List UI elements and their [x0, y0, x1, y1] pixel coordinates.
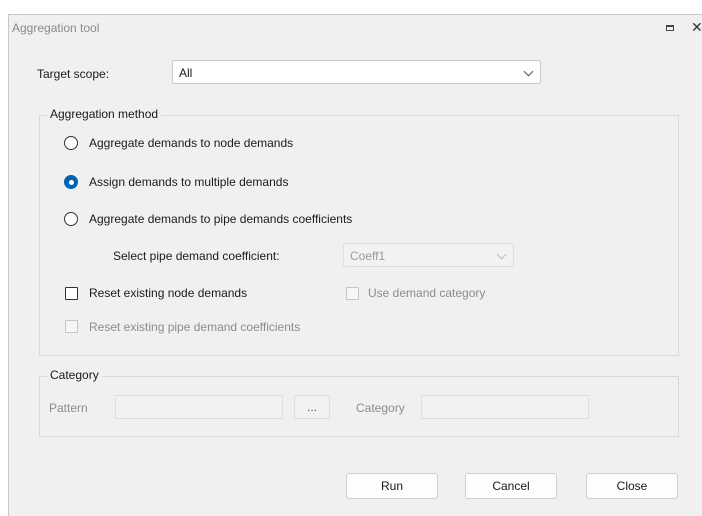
radio-assign-multiple-demands[interactable]: [64, 175, 78, 189]
radio-aggregate-node-demands-label[interactable]: Aggregate demands to node demands: [89, 136, 293, 150]
chevron-down-icon: [496, 249, 507, 260]
aggregation-tool-window: Aggregation tool ✕ Target scope: All Agg…: [8, 14, 702, 516]
cancel-button[interactable]: Cancel: [465, 473, 557, 499]
reset-pipe-coefficients-label: Reset existing pipe demand coefficients: [89, 320, 301, 334]
reset-node-demands-checkbox[interactable]: [65, 287, 78, 300]
radio-aggregate-pipe-coefficients-label[interactable]: Aggregate demands to pipe demands coeffi…: [89, 212, 352, 226]
use-demand-category-checkbox[interactable]: [346, 287, 359, 300]
coefficient-value: Coeff1: [350, 249, 386, 263]
reset-node-demands-label[interactable]: Reset existing node demands: [89, 286, 247, 300]
radio-aggregate-pipe-coefficients[interactable]: [64, 212, 78, 226]
pattern-label: Pattern: [49, 401, 88, 415]
use-demand-category-label: Use demand category: [368, 286, 486, 300]
close-icon[interactable]: ✕: [691, 19, 702, 36]
coefficient-label: Select pipe demand coefficient:: [113, 249, 280, 263]
target-scope-label: Target scope:: [37, 67, 110, 81]
window-title: Aggregation tool: [12, 21, 100, 35]
chevron-down-icon: [523, 66, 534, 77]
target-scope-value: All: [179, 66, 193, 80]
run-button[interactable]: Run: [346, 473, 438, 499]
title-bar: Aggregation tool ✕: [9, 15, 702, 41]
restore-icon[interactable]: [666, 25, 674, 31]
category-title: Category: [47, 368, 102, 382]
radio-assign-multiple-demands-label[interactable]: Assign demands to multiple demands: [89, 175, 288, 189]
category-label: Category: [356, 401, 405, 415]
coefficient-select[interactable]: Coeff1: [343, 243, 514, 267]
close-button[interactable]: Close: [586, 473, 678, 499]
pattern-input[interactable]: [115, 395, 283, 419]
reset-pipe-coefficients-checkbox[interactable]: [65, 320, 78, 333]
radio-aggregate-node-demands[interactable]: [64, 136, 78, 150]
aggregation-method-title: Aggregation method: [47, 107, 162, 121]
target-scope-select[interactable]: All: [172, 60, 541, 84]
pattern-browse-button[interactable]: ...: [294, 395, 330, 419]
category-input[interactable]: [421, 395, 589, 419]
